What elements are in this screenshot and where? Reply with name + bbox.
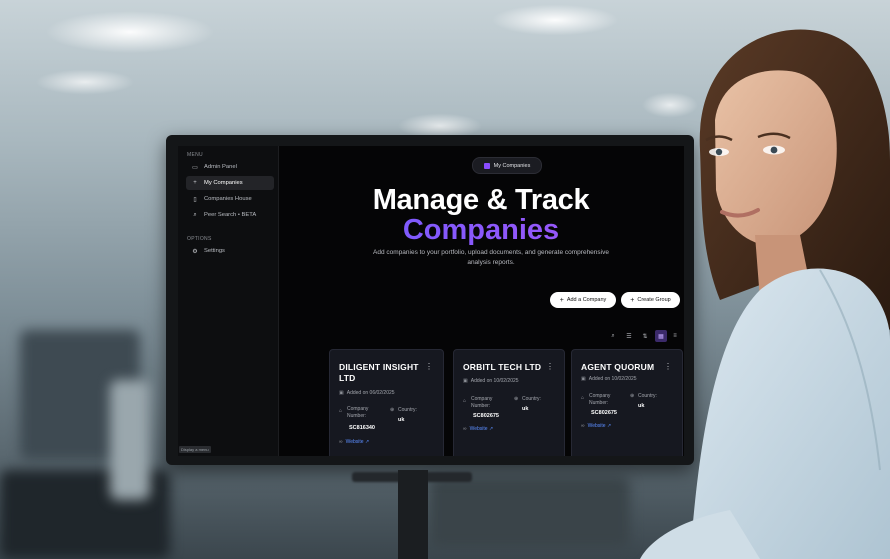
page-subtitle: Add companies to your portfolio, upload … xyxy=(373,249,609,266)
link-icon: ∞ xyxy=(339,439,343,445)
gear-icon: ⚙ xyxy=(192,248,198,255)
company-number: SC802675 xyxy=(591,410,617,416)
sidebar-item-my-companies[interactable]: + My Companies xyxy=(186,176,274,190)
added-date-text: Added on 10/02/2025 xyxy=(470,378,519,384)
added-date: ▣ Added on 10/02/2025 xyxy=(581,376,637,382)
monitor-icon: ▭ xyxy=(192,164,198,171)
sidebar: MENU ▭ Admin Panel + My Companies ▯ Comp… xyxy=(178,146,279,456)
company-name: DILIGENT INSIGHT LTD xyxy=(339,362,419,383)
pill-label: My Companies xyxy=(493,162,531,169)
main-content: My Companies Manage & Track Companies Ad… xyxy=(278,146,684,456)
sidebar-item-admin-panel[interactable]: ▭ Admin Panel xyxy=(186,160,274,174)
website-text: Website ↗ xyxy=(587,423,612,429)
calendar-icon: ▣ xyxy=(339,390,344,396)
blurred-post xyxy=(110,380,150,500)
company-number: SC816340 xyxy=(349,425,375,431)
sidebar-item-label: Companies House xyxy=(204,196,252,202)
more-options-icon[interactable]: ⋮ xyxy=(425,362,433,371)
add-company-label: Add a Company xyxy=(566,297,607,303)
sidebar-item-label: Admin Panel xyxy=(204,164,237,170)
added-date-text: Added on 06/02/2025 xyxy=(346,390,395,396)
person-foreground xyxy=(640,29,890,559)
globe-icon: ⊕ xyxy=(390,407,395,413)
app-screen: MENU ▭ Admin Panel + My Companies ▯ Comp… xyxy=(178,146,684,456)
country-label: Country: xyxy=(398,407,417,413)
sidebar-item-settings[interactable]: ⚙ Settings xyxy=(186,244,274,258)
link-icon: ∞ xyxy=(463,426,467,432)
search-icon: ⌕ xyxy=(193,211,197,218)
website-text: Website ↗ xyxy=(345,439,370,445)
right-iris xyxy=(770,146,778,154)
company-number-label: Company Number: xyxy=(347,406,369,419)
more-options-icon[interactable]: ⋮ xyxy=(546,362,554,371)
sidebar-item-peer-search[interactable]: ⌕ Peer Search • BETA xyxy=(186,208,274,222)
country-label: Country: xyxy=(522,396,541,402)
sidebar-item-label: My Companies xyxy=(204,180,243,186)
book-icon: ▯ xyxy=(193,196,197,203)
company-card[interactable]: DILIGENT INSIGHT LTD ⋮ ▣ Added on 06/02/2… xyxy=(329,349,444,456)
briefcase-icon xyxy=(483,162,490,169)
company-number: SC802675 xyxy=(473,413,499,419)
options-heading: OPTIONS xyxy=(187,236,212,242)
company-number-label: Company Number: xyxy=(589,393,611,406)
added-date: ▣ Added on 06/02/2025 xyxy=(339,390,395,396)
sidebar-item-label: Peer Search • BETA xyxy=(204,212,257,218)
building-icon: ⌂ xyxy=(463,398,467,404)
monitor-stand xyxy=(398,470,428,559)
plus-icon: + xyxy=(193,180,197,186)
search-icon[interactable]: ⌕ xyxy=(607,330,619,342)
blurred-desk-back xyxy=(430,478,630,548)
menu-heading: MENU xyxy=(187,152,203,158)
website-link[interactable]: ∞ Website ↗ xyxy=(581,423,611,429)
website-text: Website ↗ xyxy=(469,426,494,432)
building-icon: ⌂ xyxy=(581,395,585,401)
added-date: ▣ Added on 10/02/2025 xyxy=(463,378,519,384)
country-value: uk xyxy=(522,406,529,412)
sidebar-item-companies-house[interactable]: ▯ Companies House xyxy=(186,192,274,206)
country-value: uk xyxy=(398,417,405,423)
left-iris xyxy=(715,148,723,156)
plus-icon: + xyxy=(559,296,564,304)
website-link[interactable]: ∞ Website ↗ xyxy=(339,439,369,445)
add-company-button[interactable]: + Add a Company xyxy=(550,292,616,308)
calendar-icon: ▣ xyxy=(581,376,586,382)
globe-icon: ⊕ xyxy=(514,396,519,402)
company-number-label: Company Number: xyxy=(471,396,493,409)
calendar-icon: ▣ xyxy=(463,378,468,384)
link-icon: ∞ xyxy=(581,423,585,429)
company-name: ORBITL TECH LTD xyxy=(463,362,542,372)
page-title: Manage & Track xyxy=(372,184,590,216)
website-link[interactable]: ∞ Website ↗ xyxy=(463,426,493,432)
menu-hint[interactable]: Display a menu xyxy=(179,446,211,453)
page-title-accent: Companies xyxy=(278,214,684,247)
section-pill: My Companies xyxy=(472,157,542,174)
sidebar-item-label: Settings xyxy=(204,248,225,254)
company-card[interactable]: ORBITL TECH LTD ⋮ ▣ Added on 10/02/2025 ⌂… xyxy=(453,349,565,456)
building-icon: ⌂ xyxy=(339,408,343,414)
